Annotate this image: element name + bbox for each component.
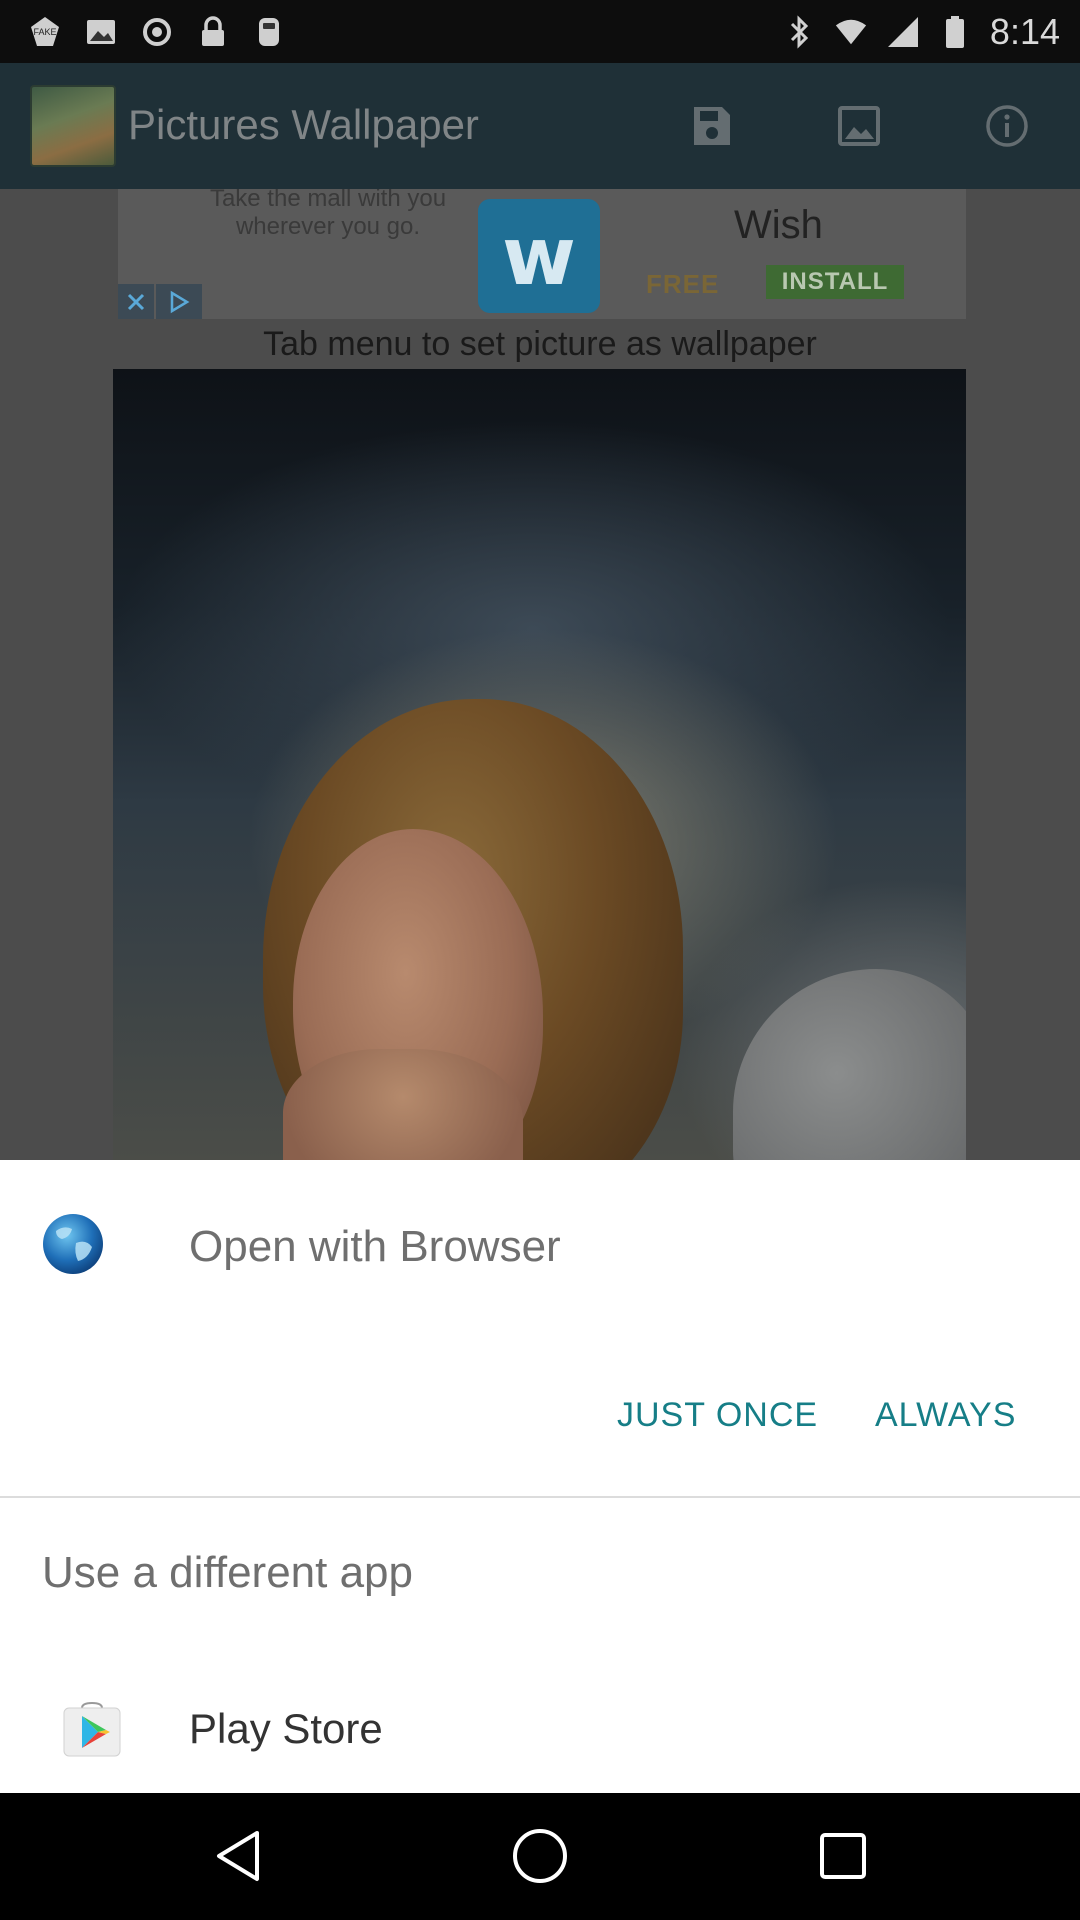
app-logo bbox=[30, 85, 116, 167]
fake-gps-icon: FAKE bbox=[28, 15, 62, 49]
wifi-icon bbox=[834, 15, 868, 49]
bluetooth-icon bbox=[782, 14, 816, 49]
game-controller-icon bbox=[252, 15, 286, 49]
svg-text:FAKE: FAKE bbox=[33, 27, 56, 37]
sheet-title: Open with Browser bbox=[189, 1222, 561, 1271]
ad-install-button[interactable]: INSTALL bbox=[766, 265, 904, 299]
sync-icon bbox=[140, 15, 174, 49]
just-once-button[interactable]: JUST ONCE bbox=[617, 1380, 818, 1450]
ad-price: FREE bbox=[646, 269, 720, 299]
image-icon[interactable] bbox=[836, 103, 882, 149]
always-button[interactable]: ALWAYS bbox=[875, 1380, 1016, 1450]
browser-globe-icon bbox=[42, 1213, 104, 1275]
divider bbox=[0, 1496, 1080, 1498]
wallpaper-preview-image[interactable] bbox=[113, 369, 966, 1160]
wish-logo-icon: w bbox=[478, 199, 600, 313]
ad-caption: Take the mall with you wherever you go. bbox=[209, 189, 447, 240]
ad-banner[interactable]: Take the mall with you wherever you go. … bbox=[0, 189, 1080, 369]
ad-close-icon[interactable] bbox=[118, 284, 154, 319]
ad-creative[interactable]: Take the mall with you wherever you go. … bbox=[118, 189, 966, 319]
status-bar: FAKE 8:14 bbox=[0, 0, 1080, 63]
clock: 8:14 bbox=[989, 10, 1060, 52]
wallpaper-hint: Tab menu to set picture as wallpaper bbox=[263, 325, 817, 363]
play-store-icon bbox=[60, 1701, 124, 1758]
app-bar: Pictures Wallpaper bbox=[0, 63, 1080, 189]
alt-apps-title: Use a different app bbox=[42, 1548, 413, 1597]
home-icon[interactable] bbox=[505, 1821, 575, 1891]
battery-icon bbox=[938, 15, 972, 49]
save-icon[interactable] bbox=[688, 103, 734, 149]
app-option-label: Play Store bbox=[189, 1705, 383, 1752]
navigation-bar bbox=[0, 1793, 1080, 1920]
app-option-play-store[interactable]: Play Store bbox=[0, 1680, 1080, 1780]
ad-choices-icon[interactable] bbox=[156, 284, 202, 319]
lock-icon bbox=[196, 15, 230, 49]
recents-icon[interactable] bbox=[808, 1821, 878, 1891]
photo-icon bbox=[84, 15, 118, 49]
ad-brand: Wish bbox=[734, 203, 823, 247]
open-with-sheet: Open with Browser JUST ONCE ALWAYS Use a… bbox=[0, 1160, 1080, 1793]
signal-icon bbox=[886, 15, 920, 49]
back-icon[interactable] bbox=[203, 1821, 273, 1891]
info-icon[interactable] bbox=[984, 103, 1030, 149]
app-title: Pictures Wallpaper bbox=[128, 101, 479, 148]
